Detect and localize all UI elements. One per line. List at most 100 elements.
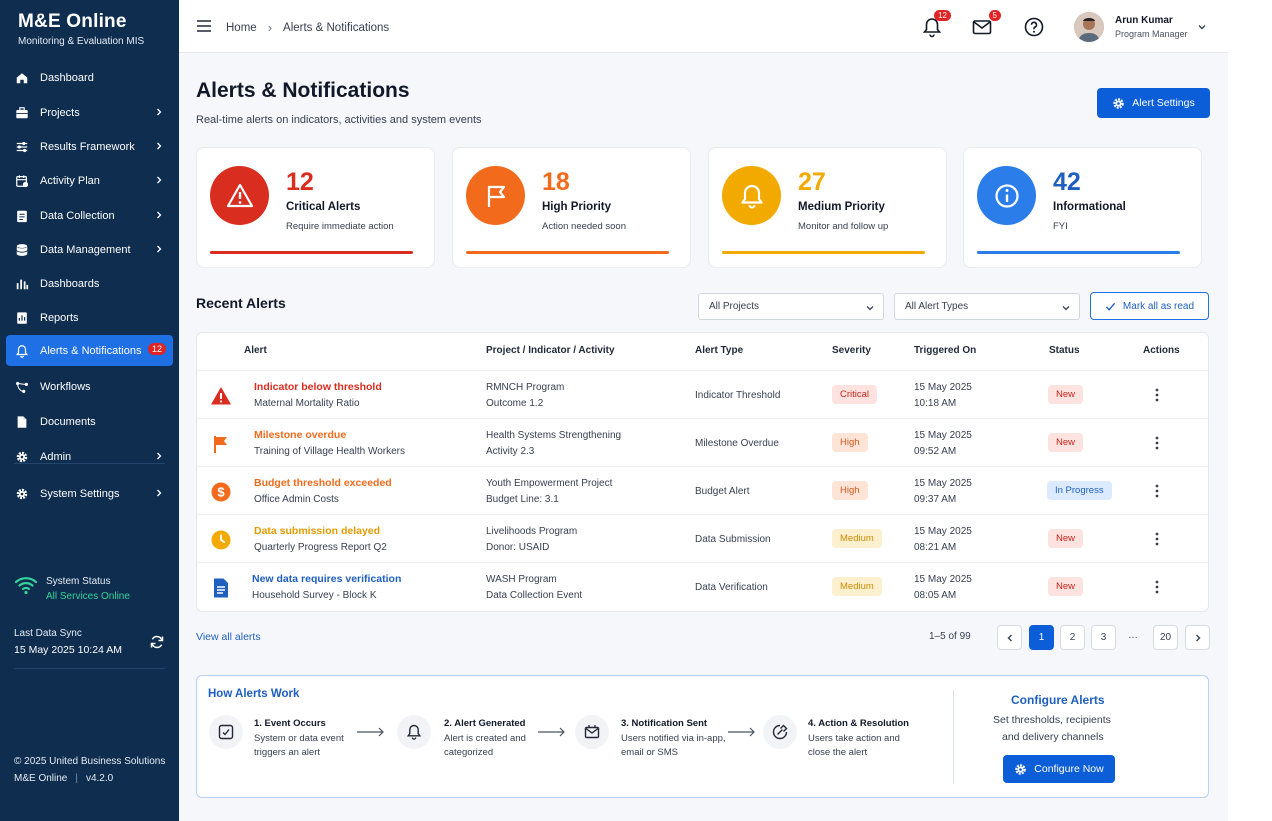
alert-settings-button[interactable]: Alert Settings — [1097, 88, 1210, 118]
refresh-icon[interactable] — [149, 634, 165, 650]
card-count: 12 — [286, 168, 314, 196]
sidebar-item-label: Documents — [40, 415, 96, 428]
table-row[interactable]: $ Budget threshold exceeded Office Admin… — [197, 466, 1208, 514]
event-icon — [209, 715, 243, 749]
chevron-right-icon — [1195, 634, 1200, 641]
medium-priority-card[interactable]: 27 Medium Priority Monitor and follow up — [708, 147, 947, 268]
sidebar-item-documents[interactable]: Documents — [6, 406, 173, 437]
mark-all-read-button[interactable]: Mark all as read — [1090, 292, 1209, 320]
system-status: System Status All Services Online — [14, 573, 130, 602]
chevron-left-icon — [1007, 634, 1012, 641]
alert-title[interactable]: Milestone overdue — [254, 429, 346, 441]
system-status-label: System Status — [46, 576, 111, 587]
column-header-severity[interactable]: Severity — [832, 345, 871, 356]
notifications-button[interactable]: 12 — [921, 10, 951, 38]
chevron-right-icon — [157, 489, 162, 497]
sidebar-item-label: Data Collection — [40, 209, 115, 222]
step-description: email or SMS — [621, 747, 679, 758]
sidebar-item-data-collection[interactable]: Data Collection — [6, 200, 173, 231]
breadcrumb-home[interactable]: Home — [226, 22, 257, 34]
alert-subject: Maternal Mortality Ratio — [254, 398, 360, 409]
sidebar-item-workflows[interactable]: Workflows — [6, 371, 173, 402]
alert-type: Data Submission — [695, 534, 771, 545]
high-priority-card[interactable]: 18 High Priority Action needed soon — [452, 147, 691, 268]
last-sync-value: 15 May 2025 10:24 AM — [14, 644, 122, 656]
column-header-triggered[interactable]: Triggered On — [914, 345, 976, 356]
alert-indicator: Donor: USAID — [486, 542, 550, 553]
document-icon — [14, 414, 30, 430]
alert-subject: Training of Village Health Workers — [254, 446, 405, 457]
more-vertical-icon[interactable] — [1154, 483, 1160, 499]
pagination-page-2[interactable]: 2 — [1060, 625, 1085, 650]
pagination-page-20[interactable]: 20 — [1153, 625, 1178, 650]
alert-title[interactable]: Budget threshold exceeded — [254, 477, 392, 489]
chevron-right-icon — [157, 142, 162, 150]
card-count: 27 — [798, 168, 826, 196]
pagination-prev[interactable] — [997, 625, 1022, 650]
sidebar-item-system-settings[interactable]: System Settings — [6, 478, 173, 509]
step-title: 2. Alert Generated — [444, 718, 526, 729]
alert-project: Health Systems Strengthening — [486, 430, 622, 441]
more-vertical-icon[interactable] — [1154, 579, 1160, 595]
chevron-down-icon[interactable] — [1197, 22, 1207, 32]
warning-triangle-icon — [211, 387, 231, 405]
sidebar-item-label: Projects — [40, 106, 80, 119]
home-icon — [14, 70, 30, 86]
severity-badge: Medium — [832, 529, 882, 548]
sidebar-item-results-framework[interactable]: Results Framework — [6, 131, 173, 162]
help-button[interactable] — [1023, 16, 1045, 38]
nav-divider — [14, 463, 165, 464]
sidebar-item-activity-plan[interactable]: Activity Plan — [6, 165, 173, 196]
sidebar-item-alerts-notifications[interactable]: Alerts & Notifications 12 — [6, 335, 173, 366]
column-header-type[interactable]: Alert Type — [695, 345, 743, 356]
brand[interactable]: M&E Online Monitoring & Evaluation MIS — [0, 0, 179, 54]
more-vertical-icon[interactable] — [1154, 435, 1160, 451]
avatar[interactable] — [1074, 12, 1104, 42]
sidebar: M&E Online Monitoring & Evaluation MIS D… — [0, 0, 179, 821]
column-header-project[interactable]: Project / Indicator / Activity — [486, 345, 615, 356]
chevron-right-icon — [157, 176, 162, 184]
step-description: Users take action and — [808, 733, 900, 744]
card-accent-bar — [210, 251, 413, 254]
alert-title[interactable]: New data requires verification — [252, 573, 401, 585]
column-header-status[interactable]: Status — [1049, 345, 1080, 356]
table-row[interactable]: Indicator below threshold Maternal Morta… — [197, 370, 1208, 418]
sidebar-item-data-management[interactable]: Data Management — [6, 234, 173, 265]
table-row[interactable]: New data requires verification Household… — [197, 562, 1208, 610]
view-all-alerts-link[interactable]: View all alerts — [196, 631, 261, 643]
informational-card[interactable]: 42 Informational FYI — [963, 147, 1202, 268]
project-filter-select[interactable]: All Projects — [698, 293, 884, 320]
configure-alerts-description: Set thresholds, recipients — [993, 714, 1111, 726]
table-row[interactable]: Data submission delayed Quarterly Progre… — [197, 514, 1208, 562]
pagination-page-1[interactable]: 1 — [1029, 625, 1054, 650]
pagination-next[interactable] — [1185, 625, 1210, 650]
more-vertical-icon[interactable] — [1154, 531, 1160, 547]
triggered-time: 09:52 AM — [914, 446, 957, 457]
more-vertical-icon[interactable] — [1154, 387, 1160, 403]
messages-button[interactable]: 5 — [971, 10, 1001, 38]
sidebar-item-reports[interactable]: Reports — [6, 302, 173, 333]
sidebar-item-admin[interactable]: Admin — [6, 441, 173, 472]
status-badge: New — [1048, 577, 1084, 596]
configure-now-button[interactable]: Configure Now — [1003, 755, 1115, 783]
sidebar-item-projects[interactable]: Projects — [6, 97, 173, 128]
alert-type-filter-select[interactable]: All Alert Types — [894, 293, 1080, 320]
alert-settings-label: Alert Settings — [1132, 97, 1195, 109]
menu-icon[interactable] — [197, 20, 211, 32]
pagination-ellipsis: … — [1128, 630, 1138, 641]
user-name[interactable]: Arun Kumar — [1115, 15, 1173, 26]
column-header-alert[interactable]: Alert — [244, 345, 267, 356]
sidebar-item-dashboards[interactable]: Dashboards — [6, 268, 173, 299]
how-alerts-work-panel: How Alerts Work 1. Event Occurs System o… — [196, 675, 1209, 798]
table-row[interactable]: Milestone overdue Training of Village He… — [197, 418, 1208, 466]
critical-alerts-card[interactable]: 12 Critical Alerts Require immediate act… — [196, 147, 435, 268]
flag-icon — [214, 436, 227, 453]
card-accent-bar — [977, 251, 1180, 254]
pagination-page-3[interactable]: 3 — [1091, 625, 1116, 650]
alert-indicator: Outcome 1.2 — [486, 398, 544, 409]
how-alerts-work-title: How Alerts Work — [208, 688, 300, 700]
alert-title[interactable]: Indicator below threshold — [254, 381, 382, 393]
alert-title[interactable]: Data submission delayed — [254, 525, 380, 537]
page-title: Alerts & Notifications — [196, 79, 410, 102]
sidebar-item-dashboard[interactable]: Dashboard — [6, 62, 173, 93]
